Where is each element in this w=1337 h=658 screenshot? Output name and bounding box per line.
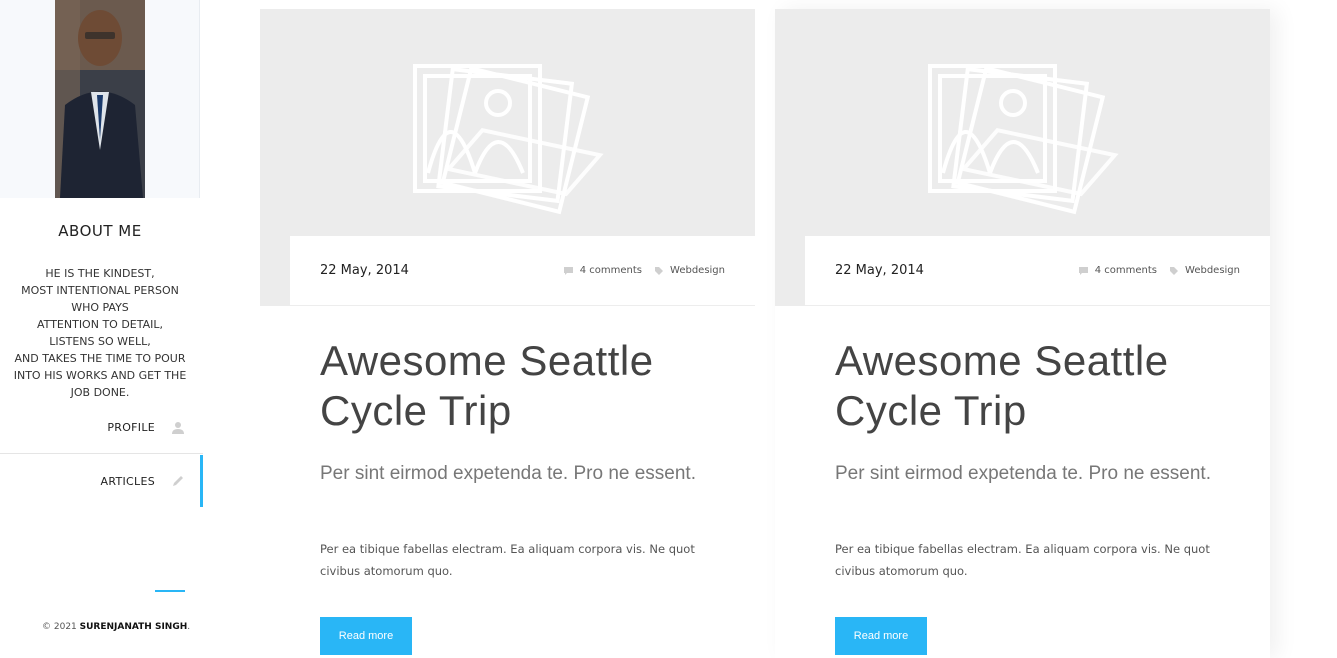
about-line: MOST INTENTIONAL PERSON (21, 284, 179, 297)
image-placeholder-icon (413, 64, 604, 215)
copyright-name: SURENJANATH SINGH (79, 622, 188, 632)
comments-link[interactable]: 4 comments (563, 265, 642, 276)
card-body: Awesome Seattle Cycle Trip Per sint eirm… (290, 306, 755, 658)
nav-item-label: ARTICLES (100, 474, 155, 488)
card-title-line: Awesome Seattle (320, 337, 654, 384)
nav-item-label: PROFILE (107, 421, 155, 434)
pencil-icon (173, 476, 183, 486)
nav-item-articles[interactable]: ARTICLES (0, 455, 203, 507)
read-more-button[interactable]: Read more (320, 617, 412, 655)
about-line: JOB DONE. (70, 386, 130, 399)
card-title-line: Cycle Trip (320, 387, 512, 434)
about-line: ATTENTION TO DETAIL, (37, 318, 163, 331)
category-label: Webdesign (670, 265, 725, 276)
card-meta: 4 comments Webdesign (1066, 265, 1240, 276)
copyright-prefix: © 2021 (42, 622, 77, 632)
about-text: HE IS THE KINDEST, MOST INTENTIONAL PERS… (0, 265, 200, 401)
card-body: Awesome Seattle Cycle Trip Per sint eirm… (805, 306, 1270, 658)
page: ABOUT ME HE IS THE KINDEST, MOST INTENTI… (0, 0, 1337, 658)
tag-icon (1170, 266, 1179, 275)
comment-icon (1078, 266, 1088, 275)
card-subtitle: Per sint eirmod expetenda te. Pro ne ess… (320, 463, 696, 484)
card-excerpt: Per ea tibique fabellas electram. Ea ali… (320, 542, 695, 578)
copyright-suffix: . (187, 622, 191, 632)
about-line: LISTENS SO WELL, (49, 335, 151, 348)
card-title[interactable]: Awesome Seattle Cycle Trip (835, 336, 1245, 436)
about-line: INTO HIS WORKS AND GET THE (13, 369, 187, 382)
comments-count: 4 comments (1094, 265, 1158, 276)
category-link[interactable]: Webdesign (654, 265, 725, 276)
about-line: HE IS THE KINDEST, (45, 267, 155, 280)
about-title: ABOUT ME (58, 222, 142, 240)
card-meta-bar: 22 May, 2014 4 comments Webdesign (290, 236, 755, 306)
card-excerpt: Per ea tibique fabellas electram. Ea ali… (835, 542, 1210, 578)
nav-item-profile[interactable]: PROFILE (0, 402, 203, 454)
comments-link[interactable]: 4 comments (1078, 265, 1157, 276)
profile-photo-image (55, 0, 145, 198)
card-date: 22 May, 2014 (835, 263, 924, 278)
user-icon (172, 421, 184, 434)
sidebar: ABOUT ME HE IS THE KINDEST, MOST INTENTI… (0, 0, 203, 658)
card-subtitle: Per sint eirmod expetenda te. Pro ne ess… (835, 463, 1211, 484)
profile-photo (55, 0, 145, 198)
article-card: 22 May, 2014 4 comments Webdesign Awesom… (775, 9, 1270, 658)
card-meta-bar: 22 May, 2014 4 comments Webdesign (805, 236, 1270, 306)
copyright: © 2021 SURENJANATH SINGH. (42, 622, 190, 632)
card-title[interactable]: Awesome Seattle Cycle Trip (320, 336, 730, 436)
profile-photo-frame (0, 0, 200, 198)
card-date: 22 May, 2014 (320, 263, 409, 278)
comment-icon (563, 266, 573, 275)
comments-count: 4 comments (579, 265, 643, 276)
about-line: AND TAKES THE TIME TO POUR (14, 352, 186, 365)
card-title-line: Awesome Seattle (835, 337, 1169, 384)
card-meta: 4 comments Webdesign (551, 265, 725, 276)
tag-icon (655, 266, 664, 275)
category-label: Webdesign (1185, 265, 1240, 276)
sidebar-accent-line (155, 590, 185, 592)
article-card: 22 May, 2014 4 comments Webdesign Awesom… (260, 9, 755, 658)
about-line: WHO PAYS (71, 301, 129, 314)
image-placeholder-icon (928, 64, 1119, 215)
card-title-line: Cycle Trip (835, 387, 1027, 434)
read-more-button[interactable]: Read more (835, 617, 927, 655)
category-link[interactable]: Webdesign (1169, 265, 1240, 276)
